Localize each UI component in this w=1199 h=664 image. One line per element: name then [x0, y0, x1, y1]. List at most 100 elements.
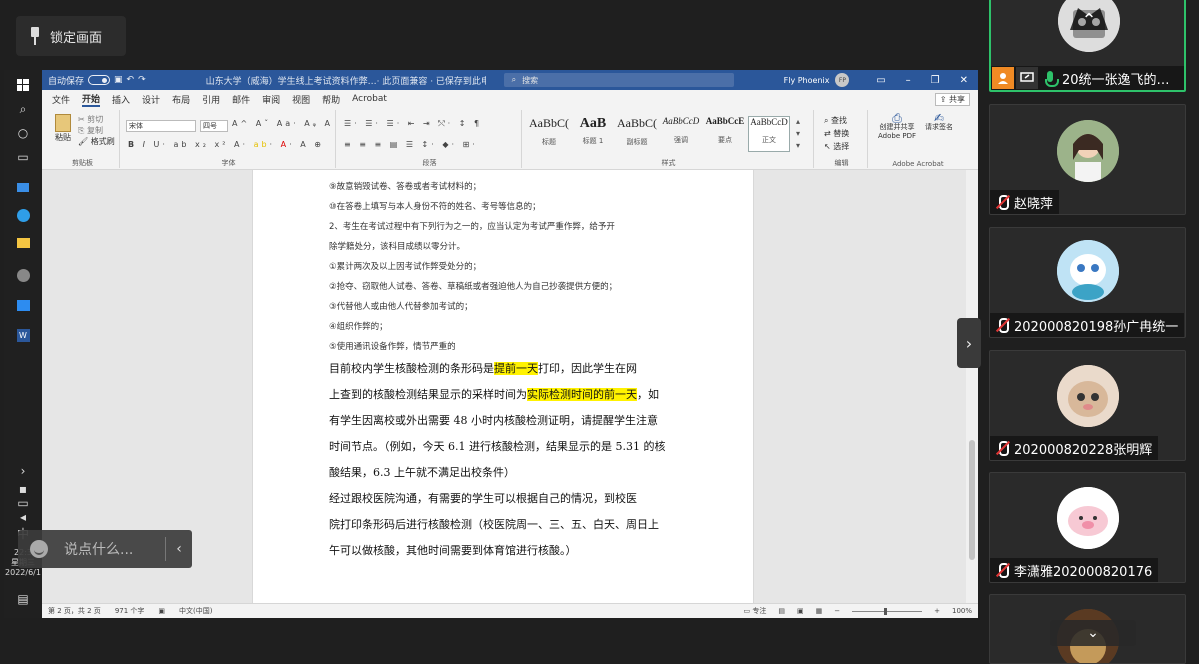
tab-home[interactable]: 开始	[82, 92, 101, 107]
cortana-icon[interactable]: ○	[14, 124, 32, 142]
format-painter-button[interactable]: 🖌 格式刷	[78, 136, 115, 147]
tab-view[interactable]: 视图	[292, 93, 310, 106]
host-icon	[992, 67, 1014, 89]
tab-review[interactable]: 审阅	[262, 93, 280, 106]
focus-mode[interactable]: ▭ 专注	[744, 606, 767, 616]
list-controls[interactable]: ☰· ☰· ☰· ⇤ ⇥ ⤲· ↕ ¶	[344, 119, 482, 129]
doc-line: ⑩在答卷上填写与本人身份不符的姓名、考号等信息的；	[329, 202, 541, 212]
file-explorer-icon[interactable]	[14, 178, 32, 196]
font-format-controls[interactable]: B I U· ab x₂ x² A· ab· A· A ⊕	[128, 140, 324, 149]
participant-name: 20统一张逸飞的…	[1062, 72, 1170, 88]
signature-icon: ✍	[933, 111, 945, 125]
copy-button[interactable]: ⎘ 复制	[78, 125, 115, 136]
lock-view-button[interactable]: 锁定画面	[16, 16, 126, 56]
cut-button[interactable]: ✂ 剪切	[78, 114, 115, 125]
restore-icon[interactable]: ❐	[931, 75, 940, 86]
participant-tile[interactable]: 202000820198孙广冉统一	[989, 227, 1186, 338]
scroll-thumb[interactable]	[969, 440, 975, 560]
doc-paragraph-line: 时间节点。（例如，今天 6.1 进行核酸检测，结果显示的是 5.31 的核	[329, 440, 666, 453]
paragraph-group: ☰· ☰· ☰· ⇤ ⇥ ⤲· ↕ ¶ ≡ ≡ ≡ ▤ ☰ ↕· ◆· ⊞· 段…	[338, 110, 522, 168]
zoom-slider[interactable]	[852, 607, 923, 615]
word-app-icon[interactable]: W	[14, 326, 32, 344]
page-count[interactable]: 第 2 页，共 2 页	[48, 606, 101, 616]
chat-input-box[interactable]: 说点什么... ‹	[18, 530, 192, 568]
style-emphasis[interactable]: AaBbCcD 强调	[660, 116, 702, 152]
document-title: 山东大学（威海）学生线上考试资料作弊…· 此页面兼容 · 已保存到此电脑	[205, 76, 486, 87]
chevron-left-icon[interactable]: ‹	[166, 541, 192, 557]
alignment-controls[interactable]: ≡ ≡ ≡ ▤ ☰ ↕· ◆· ⊞·	[344, 140, 478, 149]
zoom-level[interactable]: 100%	[952, 607, 972, 615]
acrobat-group-label: Adobe Acrobat	[892, 160, 944, 168]
search-box[interactable]: ⌕ 搜索	[503, 73, 734, 87]
save-icon[interactable]: ▣	[114, 75, 123, 85]
toggle-switch-icon[interactable]	[88, 75, 111, 85]
zoom-in-icon[interactable]: +	[934, 607, 940, 615]
style-subtitle[interactable]: AaBbC(副标题	[616, 116, 658, 152]
style-strong[interactable]: AaBbCcE 要点	[704, 116, 746, 152]
participant-namebar: 202000820228张明辉	[990, 436, 1159, 460]
font-size-select[interactable]: 四号	[200, 120, 228, 132]
meeting-app-icon[interactable]	[14, 296, 32, 314]
tab-references[interactable]: 引用	[202, 93, 220, 106]
redo-icon[interactable]: ↷	[138, 75, 146, 85]
vertical-scrollbar[interactable]	[966, 170, 978, 603]
find-button[interactable]: ⌕ 查找	[824, 114, 849, 127]
close-icon[interactable]: ✕	[960, 75, 968, 86]
autosave-toggle[interactable]: 自动保存 ▣ ↶ ↷	[48, 74, 146, 87]
style-name: 标题 1	[582, 137, 604, 145]
doc-paragraph-line: 午可以做核酸，其他时间需要到体育馆进行核酸。）	[329, 544, 577, 557]
proofing-icon[interactable]: ▣	[158, 607, 165, 615]
style-name: 副标题	[626, 138, 648, 146]
tab-layout[interactable]: 布局	[172, 93, 190, 106]
app-avatar-icon[interactable]	[14, 266, 32, 284]
ribbon-display-icon[interactable]: ▭	[876, 75, 885, 86]
word-count[interactable]: 971 个字	[115, 606, 145, 616]
scroll-participants-down-button[interactable]: ⌄	[1050, 620, 1136, 646]
task-view-icon[interactable]: ▭	[14, 148, 32, 166]
avatar[interactable]: FP	[835, 73, 850, 87]
account-area[interactable]: Fly Phoenix FP	[784, 73, 850, 87]
style-title[interactable]: AaBbC(标题	[528, 116, 570, 152]
collapse-panel-button[interactable]: ›	[957, 318, 981, 368]
create-pdf-button[interactable]: ⎙ 创建并共享 Adobe PDF	[874, 112, 920, 141]
print-layout-icon[interactable]: ▣	[797, 607, 804, 615]
select-button[interactable]: ↖ 选择	[824, 140, 849, 153]
chevron-up-icon[interactable]: ›	[14, 462, 32, 480]
tab-acrobat[interactable]: Acrobat	[352, 94, 387, 104]
language[interactable]: 中文(中国)	[179, 606, 212, 616]
read-mode-icon[interactable]: ▤	[778, 607, 785, 615]
tab-file[interactable]: 文件	[52, 93, 70, 106]
microphone-muted-icon	[990, 190, 1014, 214]
participant-tile[interactable]: 202000820228张明辉	[989, 350, 1186, 461]
font-size-controls[interactable]: A^ Aˇ Aa· Aᵩ A	[232, 119, 333, 128]
notification-icon[interactable]: ▤	[14, 590, 32, 608]
edge-icon[interactable]	[14, 206, 32, 224]
style-heading1[interactable]: AaB 标题 1	[572, 116, 614, 152]
paste-button[interactable]: 粘贴	[52, 114, 74, 143]
chevron-up-icon[interactable]: ⌃	[1073, 10, 1105, 38]
windows-start-icon[interactable]	[14, 76, 32, 94]
participant-tile[interactable]: ⌃ 20统一张逸飞的…	[989, 0, 1186, 92]
tab-help[interactable]: 帮助	[322, 93, 340, 106]
replace-button[interactable]: ⇄ 替换	[824, 127, 849, 140]
styles-scroll[interactable]: ▴ ▾ ▾	[796, 116, 800, 152]
emoji-icon[interactable]	[30, 540, 48, 558]
folder-icon[interactable]	[14, 234, 32, 252]
style-normal[interactable]: AaBbCcD 正文	[748, 116, 790, 152]
participant-tile[interactable]: 赵晓萍	[989, 104, 1186, 215]
replace-label: 替换	[833, 129, 850, 138]
share-button[interactable]: ⇪ 共享	[934, 92, 970, 106]
doc-line: ③代替他人或由他人代替参加考试的；	[329, 302, 473, 312]
participant-tile[interactable]: 李潇雅202000820176	[989, 472, 1186, 583]
undo-icon[interactable]: ↶	[127, 75, 135, 85]
minimize-icon[interactable]: –	[906, 75, 911, 86]
request-signature-button[interactable]: ✍ 请求签名	[924, 111, 954, 132]
font-name-select[interactable]: 宋体	[126, 120, 196, 132]
web-layout-icon[interactable]: ▦	[816, 607, 823, 615]
tab-design[interactable]: 设计	[142, 93, 160, 106]
tab-mailings[interactable]: 邮件	[232, 93, 250, 106]
search-icon[interactable]: ⌕	[14, 100, 32, 118]
document-page[interactable]: ⑨故意销毁试卷、答卷或者考试材料的； ⑩在答卷上填写与本人身份不符的姓名、考号等…	[252, 170, 754, 603]
zoom-out-icon[interactable]: −	[834, 607, 840, 615]
tab-insert[interactable]: 插入	[112, 93, 130, 106]
